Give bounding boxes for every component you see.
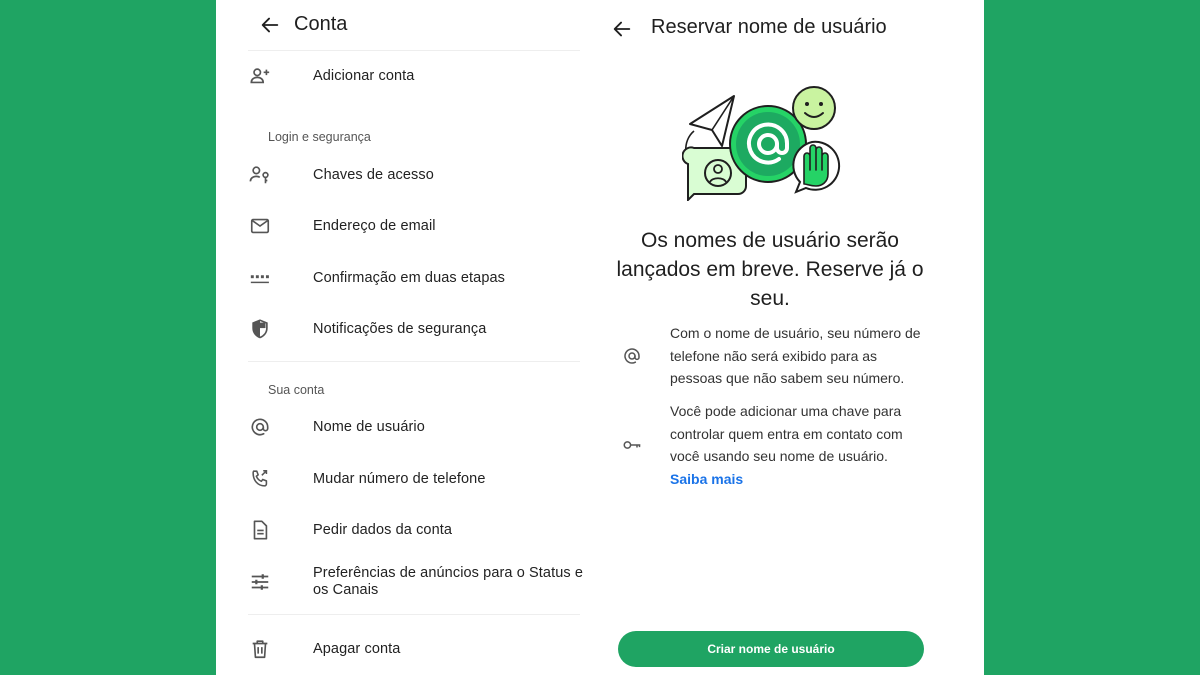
item-label: Chaves de acesso — [313, 166, 434, 183]
info-text-key-body: Você pode adicionar uma chave para contr… — [670, 403, 903, 464]
section-your-account: Sua conta — [268, 383, 325, 397]
sliders-icon — [251, 574, 269, 590]
right-app-bar: Reservar nome de usuário — [592, 2, 984, 54]
mail-icon — [250, 218, 270, 234]
two-step-verification-item[interactable]: Confirmação em duas etapas — [249, 258, 588, 298]
delete-account-item[interactable]: Apagar conta — [249, 629, 588, 669]
email-address-item[interactable]: Endereço de email — [249, 206, 588, 246]
account-settings-screen: Conta Adicionar conta Login e segurança … — [216, 0, 608, 675]
info-text-key: Você pode adicionar uma chave para contr… — [670, 400, 932, 490]
item-label: Confirmação em duas etapas — [313, 269, 506, 286]
smiley-icon — [792, 86, 836, 130]
item-label: Adicionar conta — [313, 67, 415, 84]
at-icon — [251, 418, 269, 436]
divider — [248, 361, 580, 362]
item-label: Nome de usuário — [313, 418, 425, 435]
headline: Os nomes de usuário serão lançados em br… — [616, 229, 924, 310]
security-notifications-item[interactable]: Notificações de segurança — [249, 309, 588, 349]
item-label: Pedir dados da conta — [313, 521, 453, 538]
back-arrow-icon[interactable] — [611, 18, 633, 40]
item-label: Preferências de anúncios para o Status e… — [313, 565, 583, 598]
info-text-privacy: Com o nome de usuário, seu número de tel… — [670, 325, 921, 386]
add-account-item[interactable]: Adicionar conta — [249, 56, 588, 96]
page-title: Conta — [294, 13, 348, 35]
section-login-security: Login e segurança — [268, 130, 371, 144]
username-item[interactable]: Nome de usuário — [249, 407, 588, 447]
waving-hand-bubble-icon — [792, 140, 841, 194]
add-person-icon — [250, 68, 270, 84]
divider — [248, 614, 580, 615]
passkey-icon — [249, 166, 269, 184]
change-number-item[interactable]: Mudar número de telefone — [249, 459, 588, 499]
reserve-username-screen: Reservar nome de usuário Os nomes de usu… — [592, 0, 984, 675]
passkeys-item[interactable]: Chaves de acesso — [249, 155, 588, 195]
request-account-info-item[interactable]: Pedir dados da conta — [249, 510, 588, 550]
at-icon — [624, 348, 640, 364]
trash-icon — [252, 640, 268, 659]
create-username-button[interactable]: Criar nome de usuário — [618, 631, 924, 667]
back-arrow-icon[interactable] — [259, 14, 281, 36]
dots-icon — [250, 275, 269, 284]
key-icon — [623, 441, 641, 449]
phone-change-icon — [252, 469, 268, 487]
shield-icon — [252, 319, 268, 339]
page-title: Reservar nome de usuário — [651, 16, 887, 38]
divider — [248, 50, 580, 51]
item-label: Endereço de email — [313, 217, 436, 234]
left-app-bar: Conta — [216, 0, 608, 52]
item-label: Apagar conta — [313, 640, 401, 657]
learn-more-link[interactable]: Saiba mais — [670, 468, 932, 491]
username-illustration — [682, 86, 841, 201]
item-label: Notificações de segurança — [313, 320, 487, 337]
ad-preferences-item[interactable]: Preferências de anúncios para o Status e… — [249, 562, 588, 602]
document-icon — [253, 520, 268, 540]
item-label: Mudar número de telefone — [313, 470, 486, 487]
